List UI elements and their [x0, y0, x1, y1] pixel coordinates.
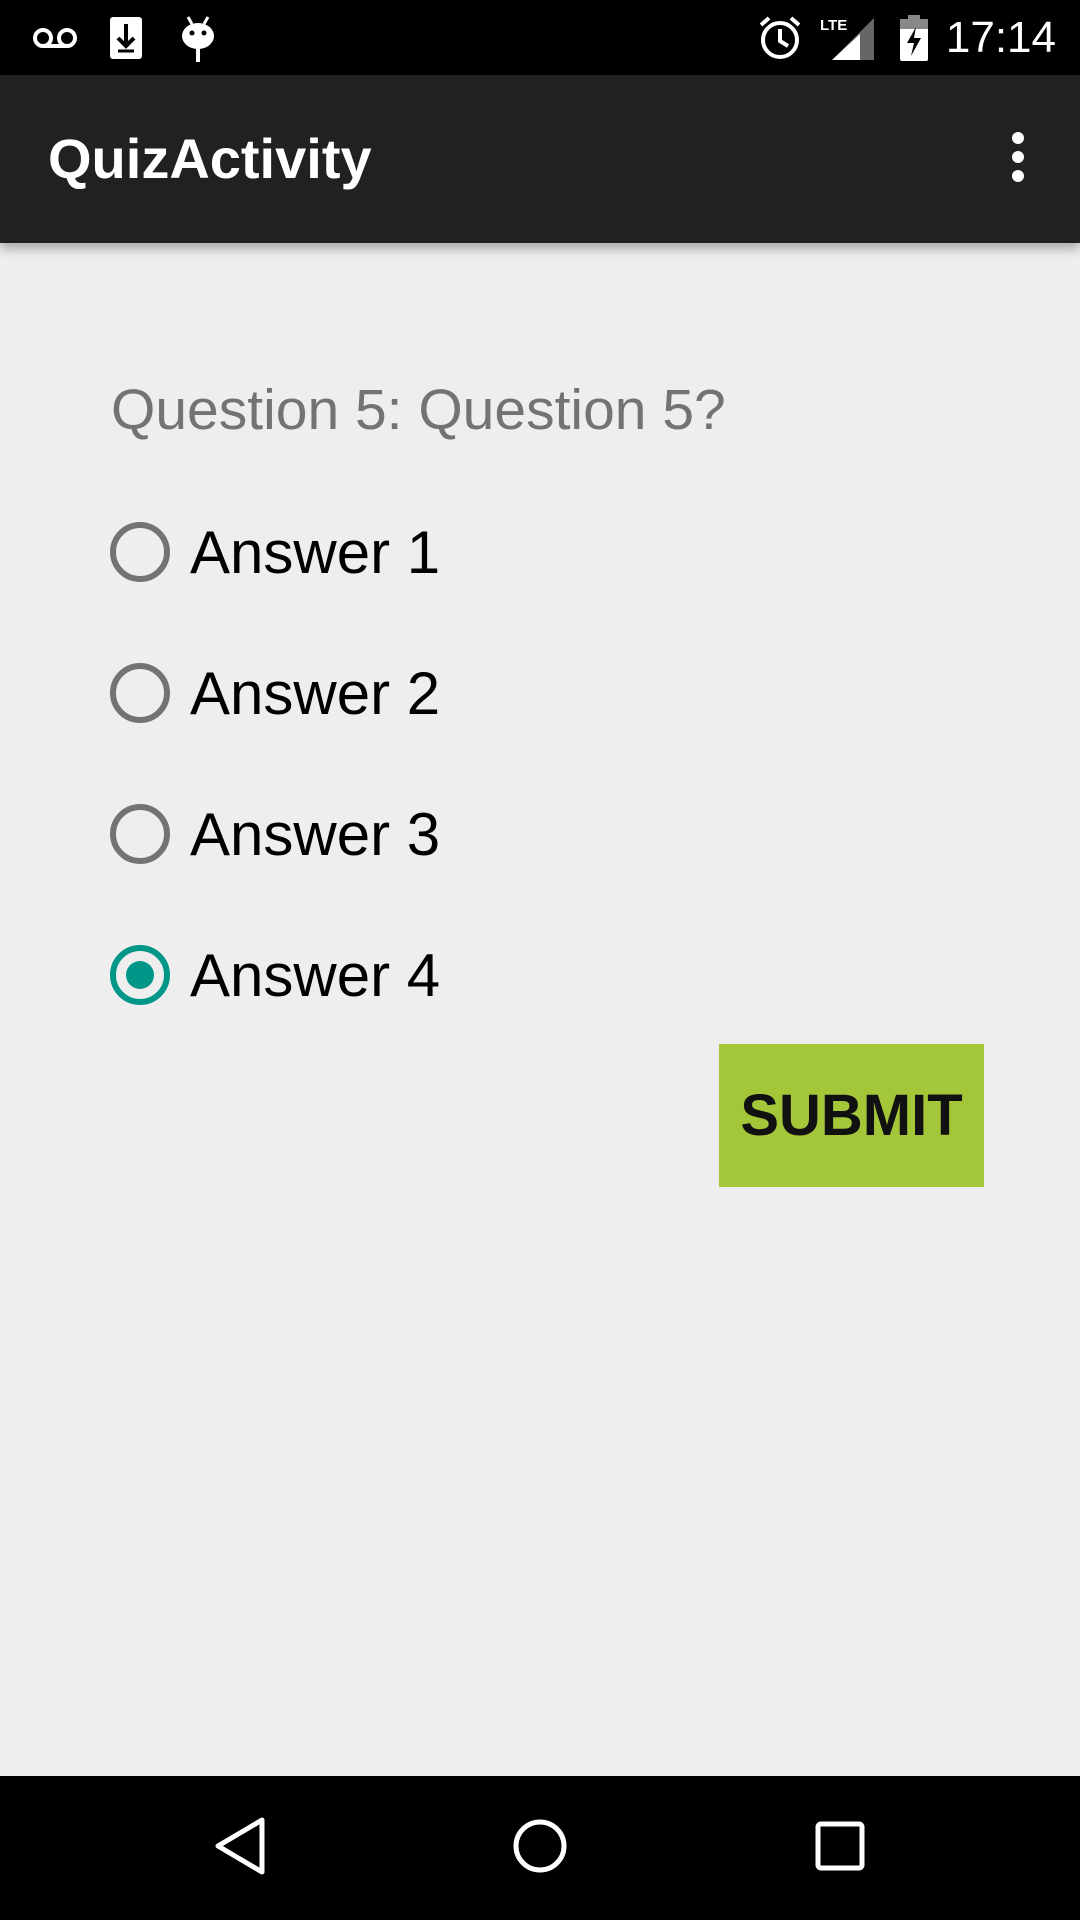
- alarm-icon: [756, 0, 804, 75]
- answer-option-3[interactable]: Answer 3: [110, 784, 710, 884]
- svg-text:LTE: LTE: [820, 17, 847, 34]
- answer-option-2[interactable]: Answer 2: [110, 643, 710, 743]
- download-icon: [106, 0, 146, 75]
- app-title: QuizActivity: [48, 127, 372, 190]
- recents-button[interactable]: [790, 1798, 890, 1898]
- answer-label: Answer 4: [190, 941, 441, 1009]
- submit-button[interactable]: SUBMIT: [719, 1044, 984, 1187]
- overflow-menu-button[interactable]: [978, 119, 1058, 199]
- voicemail-icon: [28, 0, 82, 75]
- answer-label: Answer 2: [190, 659, 441, 727]
- radio-button[interactable]: [110, 522, 170, 582]
- recents-icon: [815, 1821, 865, 1876]
- answer-option-4[interactable]: Answer 4: [110, 925, 710, 1025]
- navigation-bar: [0, 1776, 1080, 1920]
- lte-signal-icon: LTE: [818, 0, 876, 75]
- status-bar: LTE 17:14: [0, 0, 1080, 75]
- back-button[interactable]: [190, 1798, 290, 1898]
- android-debug-icon: [178, 0, 218, 75]
- battery-charging-icon: [896, 0, 932, 75]
- radio-button[interactable]: [110, 804, 170, 864]
- app-bar: QuizActivity: [0, 75, 1080, 243]
- answer-label: Answer 3: [190, 800, 441, 868]
- radio-button-selected[interactable]: [110, 945, 170, 1005]
- radio-button[interactable]: [110, 663, 170, 723]
- overflow-menu-icon: [1011, 131, 1025, 187]
- back-icon: [212, 1816, 268, 1881]
- home-button[interactable]: [490, 1798, 590, 1898]
- answer-option-1[interactable]: Answer 1: [110, 502, 710, 602]
- question-text: Question 5: Question 5?: [111, 378, 726, 442]
- answer-label: Answer 1: [190, 518, 441, 586]
- status-time: 17:14: [945, 13, 1056, 62]
- home-icon: [512, 1818, 568, 1879]
